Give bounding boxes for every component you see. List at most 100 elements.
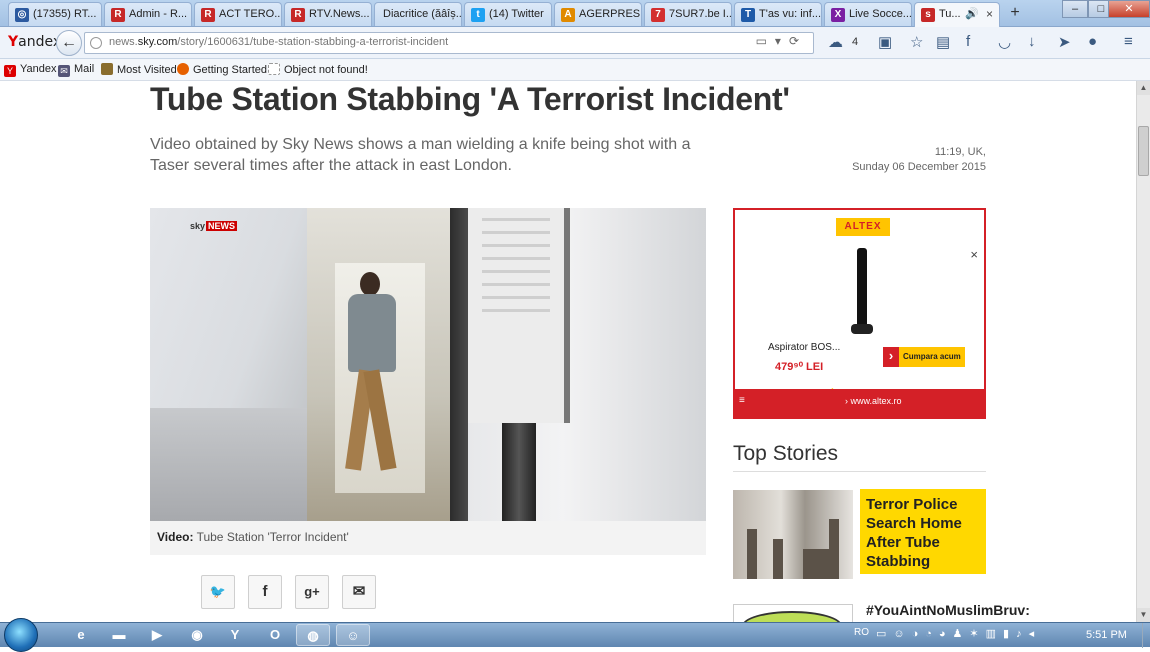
tab-rtv-news[interactable]: R RTV.News... <box>284 2 372 26</box>
bookmarks-list-icon[interactable]: ▤ <box>936 33 950 51</box>
opera-icon[interactable]: O <box>258 624 292 646</box>
share-email-button[interactable]: ✉ <box>342 575 376 609</box>
bookmark-getting-started[interactable]: Getting Started <box>177 63 267 76</box>
tab-label: ACT TERO... <box>219 8 282 20</box>
person-head <box>360 272 380 296</box>
bookmark-most-visited[interactable]: Most Visited <box>101 63 177 76</box>
video-pillar <box>450 208 468 521</box>
folder-icon <box>101 63 113 75</box>
url-tools: ▭▾⟳ <box>756 34 807 48</box>
advertisement[interactable]: ALTEX × Aspirator BOS... 479⁹⁰ LEI Cumpa… <box>733 208 986 419</box>
facebook-icon[interactable]: f <box>966 33 970 50</box>
ad-url[interactable]: › www.altex.ro <box>845 396 902 406</box>
url-text[interactable]: news.sky.com/story/1600631/tube-station-… <box>109 36 448 48</box>
system-tray-icons[interactable]: ▭☺◑◔◕♟✶▥▮♪◂ <box>876 627 1041 640</box>
tab-twitter[interactable]: t (14) Twitter <box>464 2 552 26</box>
story-headline[interactable]: Terror Police Search Home After Tube Sta… <box>860 489 986 574</box>
notice-line <box>482 244 550 247</box>
chrome-icon[interactable]: ◉ <box>180 624 214 646</box>
story-headline[interactable]: #YouAintNoMuslimBruv: <box>866 602 1030 618</box>
scroll-down-icon[interactable]: ▼ <box>1137 608 1150 622</box>
yandex-browser-icon[interactable]: Y <box>218 624 252 646</box>
tab-agerpres[interactable]: A AGERPRES... <box>554 2 642 26</box>
blank-page-icon <box>268 63 280 75</box>
menu-icon[interactable]: ≡ <box>739 395 745 406</box>
back-button[interactable]: ← <box>56 30 82 56</box>
window-close-button[interactable]: ✕ <box>1108 0 1150 18</box>
url-path: /story/1600631/tube-station-stabbing-a-t… <box>177 36 449 48</box>
logo-sky: sky <box>190 221 206 231</box>
bookmark-label: Most Visited <box>117 64 177 76</box>
tab-act-tero[interactable]: R ACT TERO... <box>194 2 282 26</box>
ad-price: 479⁹⁰ LEI <box>775 361 824 373</box>
tab-7sur7[interactable]: 7 7SUR7.be I... <box>644 2 732 26</box>
screenshot-icon[interactable]: ▣ <box>878 33 892 51</box>
video-floor <box>150 408 310 521</box>
pocket-icon[interactable]: ◡ <box>998 33 1011 51</box>
bookmark-star-icon[interactable]: ☆ <box>910 33 923 51</box>
article-date: Sunday 06 December 2015 <box>852 161 986 173</box>
scroll-up-icon[interactable]: ▲ <box>1137 81 1150 95</box>
video-player[interactable]: sky NEWS <box>150 208 706 521</box>
reload-icon[interactable]: ⟳ <box>789 34 807 48</box>
minimize-button[interactable]: – <box>1062 0 1088 18</box>
language-indicator[interactable]: RO <box>854 627 869 638</box>
notice-line <box>482 231 550 234</box>
person-body <box>348 294 396 372</box>
ad-close-icon[interactable]: × <box>970 247 978 262</box>
person-leg <box>363 369 397 471</box>
firefox-icon[interactable]: ◍ <box>296 624 330 646</box>
vacuum-base-image <box>851 324 873 334</box>
weather-count: 4 <box>852 36 859 48</box>
brand-rest: andex <box>18 34 62 50</box>
bookmark-object-not-found[interactable]: Object not found! <box>268 63 368 76</box>
menu-icon[interactable]: ≡ <box>1124 33 1133 50</box>
google-plus-icon: g+ <box>304 584 320 599</box>
messenger-icon[interactable]: ☺ <box>336 624 370 646</box>
show-desktop-button[interactable] <box>1142 623 1150 648</box>
thumb-figure <box>747 529 757 579</box>
download-icon[interactable]: ↓ <box>1028 33 1036 50</box>
ie-icon[interactable]: e <box>64 624 98 646</box>
yandex-logo[interactable]: Yandex <box>8 34 61 50</box>
reader-view-icon[interactable]: ▭ <box>756 34 775 48</box>
video-post <box>502 423 536 521</box>
caption-label: Video: <box>157 530 194 544</box>
site-info-icon[interactable] <box>90 37 102 49</box>
page-content: Tube Station Stabbing 'A Terrorist Incid… <box>0 81 1136 622</box>
tab-diacritice[interactable]: Diacritice (ăâîș... <box>374 2 462 26</box>
weather-icon[interactable]: ☁ <box>828 33 843 51</box>
close-icon[interactable]: × <box>986 3 993 25</box>
r-icon: R <box>201 8 215 22</box>
page-scrollbar[interactable]: ▲ ▼ <box>1136 81 1150 622</box>
tab-live-soccer[interactable]: X Live Socce... <box>824 2 912 26</box>
tab-label: AGERPRES... <box>579 8 641 20</box>
tab-label: T'as vu: inf... <box>759 8 822 20</box>
send-icon[interactable]: ➤ <box>1058 33 1071 51</box>
tab-sky-news[interactable]: s Tu... 🔊 × <box>914 2 1000 27</box>
dropdown-icon[interactable]: ▾ <box>775 34 789 48</box>
explorer-icon[interactable]: ▬ <box>102 624 136 646</box>
story-thumbnail[interactable] <box>733 604 853 622</box>
bookmark-yandex[interactable]: Y Yandex <box>4 63 57 77</box>
notice-line <box>482 218 550 221</box>
story-thumbnail[interactable] <box>733 490 853 579</box>
share-google-plus-button[interactable]: g+ <box>295 575 329 609</box>
url-bar[interactable]: news.sky.com/story/1600631/tube-station-… <box>84 32 814 54</box>
chat-icon[interactable]: ● <box>1088 33 1097 50</box>
tab-rt[interactable]: ◎ (17355) RT... <box>8 2 102 26</box>
article-time: 11:19, UK, <box>934 146 986 158</box>
media-player-icon[interactable]: ▶ <box>140 624 174 646</box>
ad-buy-button[interactable]: Cumpara acum <box>883 347 965 367</box>
scroll-thumb[interactable] <box>1138 126 1149 176</box>
speaker-icon[interactable]: 🔊 <box>965 3 979 25</box>
tab-admin[interactable]: R Admin - R... <box>104 2 192 26</box>
share-facebook-button[interactable]: f <box>248 575 282 609</box>
share-twitter-button[interactable]: 🐦 <box>201 575 235 609</box>
bookmark-mail[interactable]: ✉ Mail <box>58 63 94 77</box>
tab-tas-vu[interactable]: T T'as vu: inf... <box>734 2 822 26</box>
new-tab-button[interactable]: + <box>1005 3 1025 23</box>
page-title: Tube Station Stabbing 'A Terrorist Incid… <box>150 81 790 117</box>
clock[interactable]: 5:51 PM <box>1086 629 1127 641</box>
tab-label: RTV.News... <box>309 8 370 20</box>
